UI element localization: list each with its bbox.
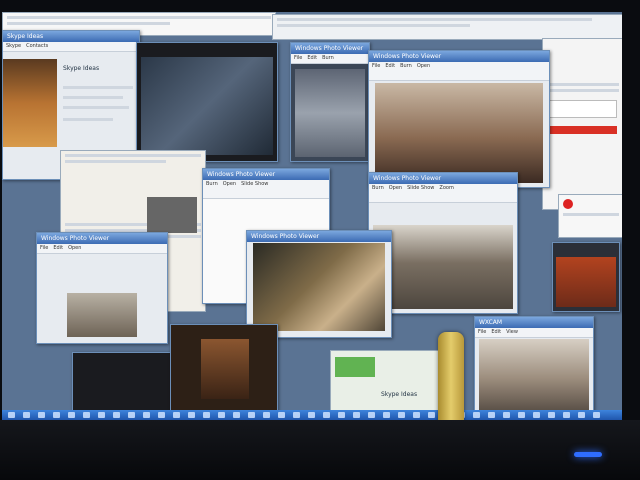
taskbar-item[interactable] <box>128 412 135 418</box>
viewer-group-title: Windows Photo Viewer <box>369 173 517 184</box>
taskbar-item[interactable] <box>398 412 405 418</box>
taskbar-item[interactable] <box>53 412 60 418</box>
taskbar-item[interactable] <box>548 412 555 418</box>
taskbar-item[interactable] <box>323 412 330 418</box>
contact-photo <box>3 59 57 147</box>
wxcam-window[interactable]: WXCAM File Edit View <box>474 316 594 414</box>
dark-window[interactable] <box>72 352 174 414</box>
profile-name: Skype Ideas <box>381 391 418 398</box>
taskbar-item[interactable] <box>143 412 150 418</box>
webcam-red-shirt <box>556 257 616 307</box>
viewer-left-menu: File Edit Burn <box>291 54 369 64</box>
taskbar-item[interactable] <box>293 412 300 418</box>
browser-header <box>272 14 622 40</box>
taskbar-item[interactable] <box>473 412 480 418</box>
taskbar-item[interactable] <box>563 412 570 418</box>
taskbar-item[interactable] <box>413 412 420 418</box>
taskbar-item[interactable] <box>38 412 45 418</box>
desktop-screen: Skype Ideas Skype Contacts Skype Ideas Wi… <box>2 12 622 420</box>
taskbar-item[interactable] <box>23 412 30 418</box>
taskbar-item[interactable] <box>248 412 255 418</box>
video-viewer-main[interactable]: Windows Photo Viewer File Edit Burn Open <box>368 50 550 188</box>
taskbar-item[interactable] <box>263 412 270 418</box>
viewer-center-menu: Burn Open Slide Show <box>203 180 329 199</box>
taskbar-item[interactable] <box>503 412 510 418</box>
outdoor-group-photo <box>373 225 513 309</box>
taskbar-item[interactable] <box>533 412 540 418</box>
small-video-window[interactable] <box>552 242 620 312</box>
viewer-left-title: Windows Photo Viewer <box>291 43 369 54</box>
dark-video-frame <box>201 339 249 399</box>
webcam-person-headphones <box>141 57 273 155</box>
taskbar-item[interactable] <box>203 412 210 418</box>
viewer-bottom-title: Windows Photo Viewer <box>247 231 391 242</box>
dark-video[interactable] <box>170 324 278 418</box>
taskbar <box>2 410 622 420</box>
taskbar-item[interactable] <box>518 412 525 418</box>
taskbar-item[interactable] <box>308 412 315 418</box>
taskbar-item[interactable] <box>278 412 285 418</box>
error-icon <box>563 199 573 209</box>
monitor-bezel <box>0 420 640 480</box>
skype-toolbar: Skype Contacts <box>3 42 139 52</box>
man-lying-on-floor <box>253 243 385 331</box>
family-on-sofa <box>375 83 543 183</box>
viewer-group-menu: Burn Open Slide Show Zoom <box>369 184 517 203</box>
wxcam-menu: File Edit View <box>475 328 593 338</box>
taskbar-item[interactable] <box>218 412 225 418</box>
skype-title: Skype Ideas <box>3 31 139 42</box>
video-call-window[interactable] <box>136 42 278 162</box>
viewer-small-left-title: Windows Photo Viewer <box>37 233 167 244</box>
wxcam-title: WXCAM <box>475 317 593 328</box>
taskbar-item[interactable] <box>113 412 120 418</box>
man-at-desk <box>67 293 137 337</box>
taskbar-item[interactable] <box>98 412 105 418</box>
taskbar-item[interactable] <box>173 412 180 418</box>
taskbar-item[interactable] <box>353 412 360 418</box>
viewer-center-title: Windows Photo Viewer <box>203 169 329 180</box>
skype-profile-card: Skype Ideas <box>330 350 442 412</box>
taskbar-item[interactable] <box>428 412 435 418</box>
video-viewer-left[interactable]: Windows Photo Viewer File Edit Burn <box>290 42 370 162</box>
taskbar-item[interactable] <box>578 412 585 418</box>
newspaper-photo <box>147 197 197 233</box>
taskbar-item[interactable] <box>83 412 90 418</box>
taskbar-item[interactable] <box>368 412 375 418</box>
taskbar-item[interactable] <box>488 412 495 418</box>
taskbar-item[interactable] <box>383 412 390 418</box>
taskbar-item[interactable] <box>338 412 345 418</box>
monitor: Skype Ideas Skype Contacts Skype Ideas Wi… <box>0 0 640 480</box>
google-red-button[interactable] <box>549 126 617 134</box>
taskbar-item[interactable] <box>593 412 600 418</box>
error-dialog <box>558 194 622 238</box>
taskbar-item[interactable] <box>158 412 165 418</box>
taskbar-item[interactable] <box>68 412 75 418</box>
google-searchbox[interactable] <box>549 100 617 118</box>
webcam-man-drinking <box>479 339 589 411</box>
viewer-main-title: Windows Photo Viewer <box>369 51 549 62</box>
taskbar-item[interactable] <box>233 412 240 418</box>
power-led <box>574 452 602 457</box>
viewer-main-menu: File Edit Burn Open <box>369 62 549 81</box>
webcam-bearded-man <box>295 69 365 157</box>
google-page <box>542 38 622 210</box>
lighter-object <box>438 332 464 426</box>
video-viewer-bottom[interactable]: Windows Photo Viewer <box>246 230 392 338</box>
taskbar-item[interactable] <box>8 412 15 418</box>
taskbar-item[interactable] <box>188 412 195 418</box>
green-map <box>335 357 375 377</box>
viewer-small-left-menu: File Edit Open <box>37 244 167 254</box>
viewer-small-left[interactable]: Windows Photo Viewer File Edit Open <box>36 232 168 344</box>
